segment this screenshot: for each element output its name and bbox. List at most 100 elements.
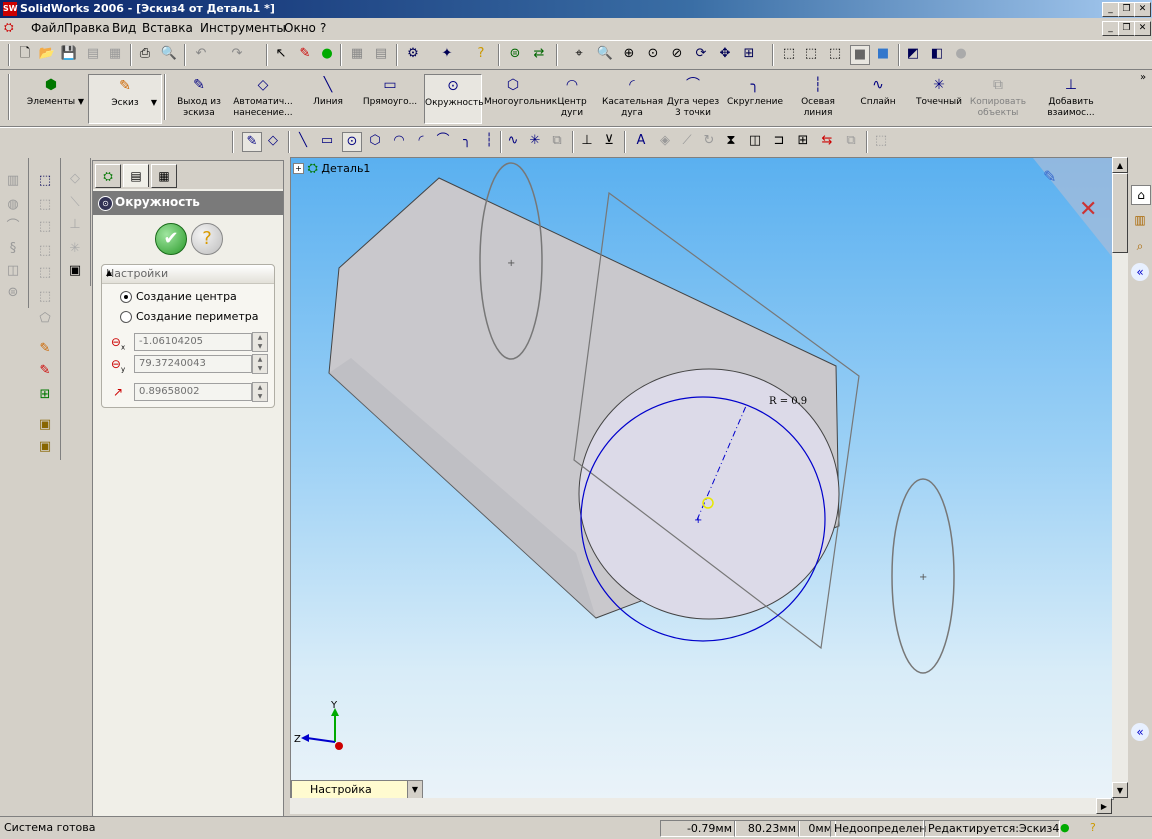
cmd-button-polygon[interactable]: ⬡ Многоугольник <box>484 74 557 122</box>
options-icon[interactable]: ⚙ <box>404 45 422 63</box>
hidden-lines-visible-icon[interactable]: ⬚ <box>802 45 820 63</box>
view-orientation-icon[interactable]: ⊞ <box>740 45 758 63</box>
rib-icon[interactable]: ⊜ <box>4 284 22 302</box>
cmd-button-fillet[interactable]: ╮ Скругление <box>724 74 786 122</box>
wireframe-icon[interactable]: ⬚ <box>780 45 798 63</box>
cmd-button-point[interactable]: ✳ Точечный <box>910 74 968 122</box>
display-relations-icon[interactable]: ⊻ <box>600 132 618 150</box>
make-drawing-icon[interactable]: ▤ <box>84 45 102 63</box>
doc-minimize-button[interactable]: _ <box>1102 21 1119 36</box>
cancel-sketch-corner-icon[interactable]: ✕ <box>1079 197 1097 222</box>
shadows-icon[interactable]: ◧ <box>928 45 946 63</box>
home-icon[interactable]: ⌂ <box>1131 185 1151 205</box>
copy-sketch-icon[interactable]: ⧉ <box>842 132 860 150</box>
make-assembly-icon[interactable]: ▦ <box>106 45 124 63</box>
orient-icon[interactable]: ⇄ <box>530 45 548 63</box>
perimeter-create-radio[interactable] <box>120 311 132 323</box>
ok-button[interactable]: ✔ <box>155 223 187 255</box>
undo-icon[interactable]: ↶ <box>192 45 210 63</box>
center-y-field[interactable]: 79.37240043 <box>134 355 252 373</box>
grid-icon[interactable]: ▦ <box>348 45 366 63</box>
configuration-manager-tab-icon[interactable]: ▦ <box>151 164 177 188</box>
sweep-icon[interactable]: ⌒ <box>4 218 22 236</box>
design-library-icon[interactable]: ▥ <box>1131 211 1149 229</box>
rebuild-status-icon[interactable]: ● <box>1060 820 1070 835</box>
convert-icon[interactable]: ⊐ <box>770 132 788 150</box>
vertical-scrollbar[interactable]: ▲ ▼ <box>1112 157 1128 798</box>
mate-reference-icon[interactable]: ▣ <box>66 262 84 280</box>
collapse-icon[interactable]: ▲ <box>106 268 266 277</box>
more-commands-icon[interactable]: » <box>1140 72 1146 83</box>
model-view[interactable]: + + + R = 0.9 Y Z ✎ ✕ <box>291 158 1113 799</box>
horizontal-scrollbar[interactable]: ▶ <box>290 798 1112 814</box>
axis-icon[interactable]: ⟍ <box>66 194 84 212</box>
menu-insert[interactable]: Вставка <box>142 21 193 35</box>
realview-icon[interactable]: ● <box>952 45 970 63</box>
mirror-icon[interactable]: ⧗ <box>722 132 740 150</box>
customize-icon[interactable]: ✦ <box>438 45 456 63</box>
quick-tips-icon[interactable]: ? <box>1090 820 1096 835</box>
traffic-light-icon[interactable]: ● <box>318 45 336 63</box>
sketch-tools-icon[interactable]: ⌖ <box>570 45 588 63</box>
save-icon[interactable]: 💾 <box>60 45 78 63</box>
shaded-icon[interactable]: ■ <box>874 45 892 63</box>
help-icon[interactable]: ? <box>472 45 490 63</box>
redo-icon[interactable]: ↷ <box>228 45 246 63</box>
tangent-arc-tool-icon[interactable]: ◜ <box>412 132 430 150</box>
construction-icon[interactable]: ◈ <box>656 132 674 150</box>
sketch-tab[interactable]: ✎ Эскиз ▼ <box>88 74 162 124</box>
center-x-field[interactable]: -1.06104205 <box>134 333 252 351</box>
cmd-button-centerline[interactable]: ┆ Осевая линия <box>790 74 846 122</box>
table-icon[interactable]: ▤ <box>372 45 390 63</box>
menu-view[interactable]: Вид <box>112 21 136 35</box>
centerline-tool-icon[interactable]: ┆ <box>480 132 498 150</box>
zoom-in-out-icon[interactable]: ⊙ <box>644 45 662 63</box>
hidden-lines-removed-icon[interactable]: ⬚ <box>826 45 844 63</box>
zoom-area-icon[interactable]: ⊕ <box>620 45 638 63</box>
plane-icon[interactable]: ◇ <box>66 170 84 188</box>
menu-window[interactable]: Окно <box>284 21 316 35</box>
box-icon[interactable]: ⬚ <box>36 172 54 190</box>
revolve-icon[interactable]: ◍ <box>4 196 22 214</box>
configure-icon[interactable]: ▣ <box>36 416 54 434</box>
new-icon[interactable]: 🗋 <box>16 45 34 63</box>
doc-restore-button[interactable]: ❐ <box>1118 21 1135 36</box>
rebuild-icon[interactable]: ✎ <box>296 45 314 63</box>
section-view-icon[interactable]: ◩ <box>904 45 922 63</box>
scroll-right-icon[interactable]: ▶ <box>1096 798 1112 814</box>
spline-tool-icon[interactable]: ∿ <box>504 132 522 150</box>
rotate-icon[interactable]: ⟳ <box>692 45 710 63</box>
circle-tool-icon[interactable]: ⊙ <box>342 132 362 152</box>
polygon-tool-icon[interactable]: ⬡ <box>366 132 384 150</box>
file-explorer-icon[interactable]: ⌕ <box>1131 237 1149 255</box>
point-tool-icon[interactable]: ✳ <box>526 132 544 150</box>
print-icon[interactable]: ⎙ <box>136 45 154 63</box>
center-create-radio[interactable] <box>120 291 132 303</box>
scroll-down-icon[interactable]: ▼ <box>1112 782 1128 798</box>
centerpoint-arc-tool-icon[interactable]: ◠ <box>390 132 408 150</box>
configuration-dropdown[interactable]: Настройка ▼ <box>291 780 423 800</box>
feature-manager-tab-icon[interactable]: ⛭ <box>95 164 121 188</box>
sketch-mode-icon[interactable]: ✎ <box>242 132 262 152</box>
linear-pattern-icon[interactable]: ⊞ <box>794 132 812 150</box>
graphics-area[interactable]: + + + R = 0.9 Y Z ✎ ✕ + ⛭ Деталь1 <box>290 157 1114 800</box>
trim-icon[interactable]: ⟋ <box>678 132 696 150</box>
settings-group-header[interactable]: Настройки ▲ <box>102 265 274 284</box>
tree-expand-icon[interactable]: + <box>293 163 304 174</box>
cmd-button-three-point-arc[interactable]: ⌒ Дуга через 3 точки <box>664 74 722 122</box>
cmd-button-exit-sketch[interactable]: ✎ Выход из эскиза <box>170 74 228 122</box>
edges-box-icon[interactable]: ⬚ <box>36 242 54 260</box>
property-manager-tab-icon[interactable]: ▤ <box>123 164 149 187</box>
zoom-to-fit-icon[interactable]: 🔍 <box>596 45 614 63</box>
extrude-icon[interactable]: ▥ <box>4 172 22 190</box>
curvature-icon[interactable]: ⬠ <box>36 310 54 328</box>
help-button[interactable]: ? <box>191 223 223 255</box>
cmd-button-circle[interactable]: ⊙ Окружность <box>424 74 484 124</box>
relation-tool-icon[interactable]: ⊥ <box>578 132 596 150</box>
dotted-box-icon[interactable]: ⬚ <box>36 218 54 236</box>
print-preview-icon[interactable]: 🔍 <box>160 45 178 63</box>
exit-sketch-corner-icon[interactable]: ✎ <box>1043 167 1056 186</box>
edit-sketch-icon[interactable]: ✎ <box>36 340 54 358</box>
pan-icon[interactable]: ✥ <box>716 45 734 63</box>
cmd-button-add-relation[interactable]: ⊥ Добавить взаимос... <box>1038 74 1104 122</box>
